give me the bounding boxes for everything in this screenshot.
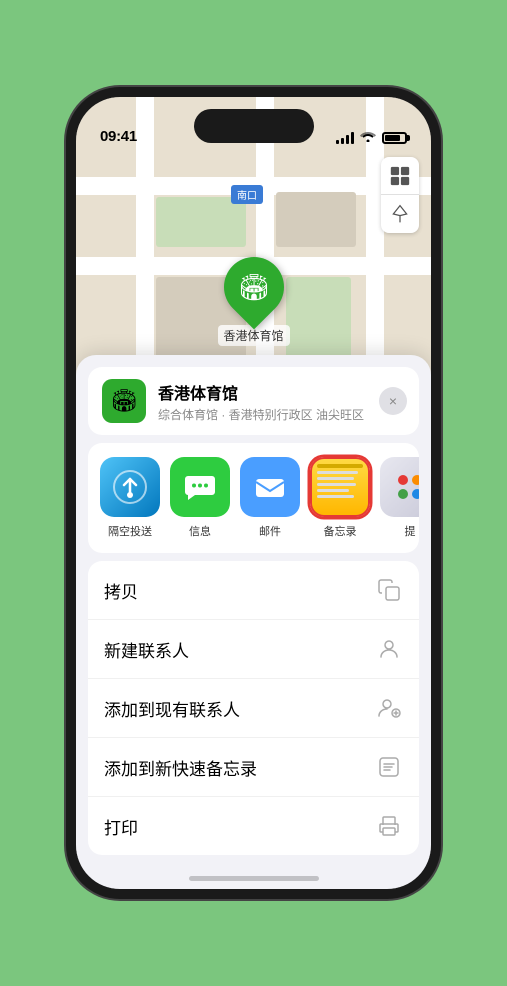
share-item-messages[interactable]: 信息 (170, 457, 230, 539)
action-new-contact-label: 新建联系人 (104, 637, 189, 662)
share-item-more[interactable]: 提 (380, 457, 419, 539)
close-button[interactable]: × (379, 387, 407, 415)
place-card: 🏟 香港体育馆 综合体育馆 · 香港特别行政区 油尖旺区 × (88, 367, 419, 435)
location-pin: 🏟 香港体育馆 (217, 257, 289, 346)
place-subtitle: 综合体育馆 · 香港特别行政区 油尖旺区 (158, 406, 405, 423)
pin-circle: 🏟 (211, 245, 296, 330)
home-indicator (189, 876, 319, 881)
battery-icon (382, 132, 407, 144)
bottom-sheet: 🏟 香港体育馆 综合体育馆 · 香港特别行政区 油尖旺区 × (76, 355, 431, 889)
messages-label: 信息 (189, 523, 211, 539)
status-time: 09:41 (100, 128, 137, 145)
action-copy[interactable]: 拷贝 (88, 561, 419, 620)
close-icon: × (389, 393, 397, 409)
dynamic-island (194, 109, 314, 143)
location-button[interactable] (381, 195, 419, 233)
airdrop-label: 隔空投送 (108, 523, 152, 539)
more-label: 提 (405, 523, 416, 539)
airdrop-icon (100, 457, 160, 517)
south-entrance-icon: 南口 (237, 191, 257, 202)
action-print[interactable]: 打印 (88, 797, 419, 855)
action-add-existing-label: 添加到现有联系人 (104, 696, 240, 721)
print-icon (375, 812, 403, 840)
wifi-icon (360, 130, 376, 145)
action-list: 拷贝 新建联系人 (88, 561, 419, 855)
signal-icon (336, 132, 354, 144)
notes-icon (310, 457, 370, 517)
person-icon (375, 635, 403, 663)
action-add-quick-note[interactable]: 添加到新快速备忘录 (88, 738, 419, 797)
action-print-label: 打印 (104, 814, 138, 839)
map-controls (381, 157, 419, 233)
person-add-icon (375, 694, 403, 722)
share-row: 隔空投送 信息 (88, 443, 419, 553)
share-item-notes[interactable]: 备忘录 (310, 457, 370, 539)
messages-icon (170, 457, 230, 517)
pin-icon: 🏟 (237, 272, 270, 303)
action-add-quick-note-label: 添加到新快速备忘录 (104, 755, 257, 780)
place-info: 香港体育馆 综合体育馆 · 香港特别行政区 油尖旺区 (158, 380, 405, 423)
south-entrance-label: 南口 (231, 185, 263, 204)
place-name: 香港体育馆 (158, 380, 405, 404)
notes-label: 备忘录 (324, 523, 357, 539)
action-new-contact[interactable]: 新建联系人 (88, 620, 419, 679)
place-icon: 🏟 (102, 379, 146, 423)
action-add-existing[interactable]: 添加到现有联系人 (88, 679, 419, 738)
status-icons (336, 130, 407, 145)
map-view-toggle[interactable] (381, 157, 419, 195)
mail-label: 邮件 (259, 523, 281, 539)
mail-icon (240, 457, 300, 517)
phone-frame: 09:41 (66, 87, 441, 899)
more-icon (380, 457, 419, 517)
copy-icon (375, 576, 403, 604)
quick-note-icon (375, 753, 403, 781)
share-item-mail[interactable]: 邮件 (240, 457, 300, 539)
action-copy-label: 拷贝 (104, 578, 138, 603)
share-item-airdrop[interactable]: 隔空投送 (100, 457, 160, 539)
dots-grid (386, 463, 419, 511)
